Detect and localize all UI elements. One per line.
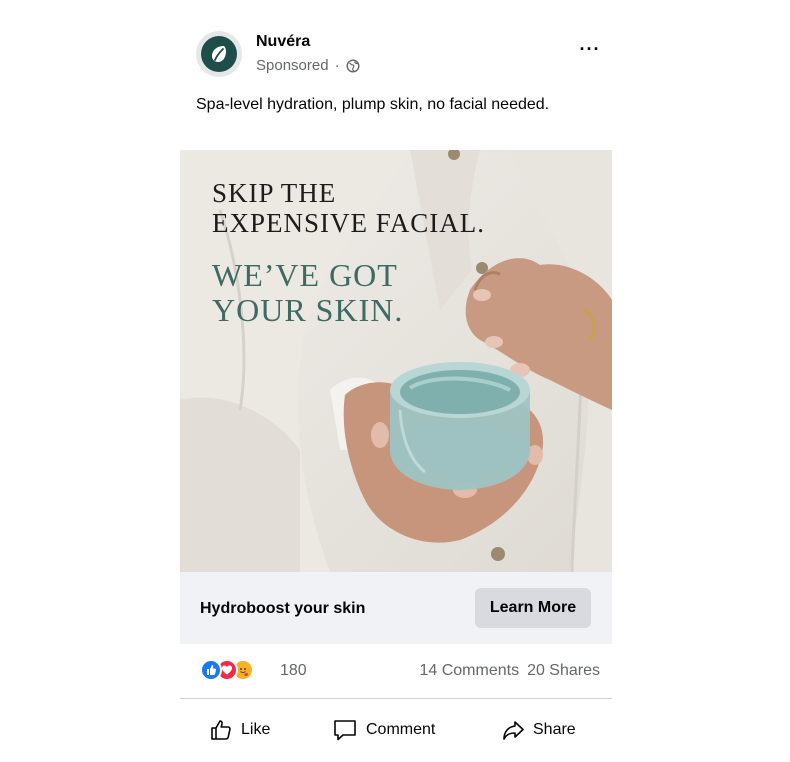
ad-headline-line: SKIP THE xyxy=(212,178,337,208)
ad-headline: SKIP THE EXPENSIVE FACIAL. xyxy=(212,178,485,238)
post-meta: Sponsored · xyxy=(256,57,360,74)
divider xyxy=(180,698,612,699)
reaction-icons[interactable] xyxy=(200,659,254,681)
sponsored-post: Nuvéra Sponsored · ··· Spa-level hydrati… xyxy=(0,0,790,762)
page-avatar[interactable] xyxy=(196,31,242,77)
ad-image[interactable]: SKIP THE EXPENSIVE FACIAL. WE’VE GOT YOU… xyxy=(180,150,612,572)
cta-title[interactable]: Hydroboost your skin xyxy=(200,600,365,618)
reaction-count[interactable]: 180 xyxy=(280,662,307,680)
ad-subhead: WE’VE GOT YOUR SKIN. xyxy=(212,258,403,328)
comment-icon xyxy=(332,718,358,742)
ad-subhead-line: WE’VE GOT xyxy=(212,257,398,293)
share-icon xyxy=(501,718,525,742)
like-icon xyxy=(200,659,222,681)
meta-separator: · xyxy=(334,57,340,74)
leaf-logo-icon xyxy=(201,36,237,72)
post-caption: Spa-level hydration, plump skin, no faci… xyxy=(196,96,550,113)
more-options-button[interactable]: ··· xyxy=(575,40,605,66)
comment-label: Comment xyxy=(366,721,436,738)
learn-more-button[interactable]: Learn More xyxy=(475,588,591,628)
like-label: Like xyxy=(241,721,271,738)
cta-bar[interactable]: Hydroboost your skin Learn More xyxy=(180,572,612,644)
engagement-stats: 14 Comments 20 Shares xyxy=(419,662,600,680)
share-label: Share xyxy=(533,721,576,738)
globe-icon[interactable] xyxy=(346,58,360,73)
page-name[interactable]: Nuvéra xyxy=(256,33,310,51)
comment-button[interactable]: Comment xyxy=(332,716,435,744)
like-button[interactable]: Like xyxy=(209,716,270,744)
thumbs-up-icon xyxy=(209,718,233,742)
comments-count-link[interactable]: 14 Comments xyxy=(419,662,519,680)
ad-subhead-line: YOUR SKIN. xyxy=(212,292,404,328)
sponsored-label[interactable]: Sponsored xyxy=(256,57,329,74)
shares-count-link[interactable]: 20 Shares xyxy=(527,662,600,680)
ad-headline-line: EXPENSIVE FACIAL. xyxy=(212,208,485,238)
share-button[interactable]: Share xyxy=(501,716,576,744)
